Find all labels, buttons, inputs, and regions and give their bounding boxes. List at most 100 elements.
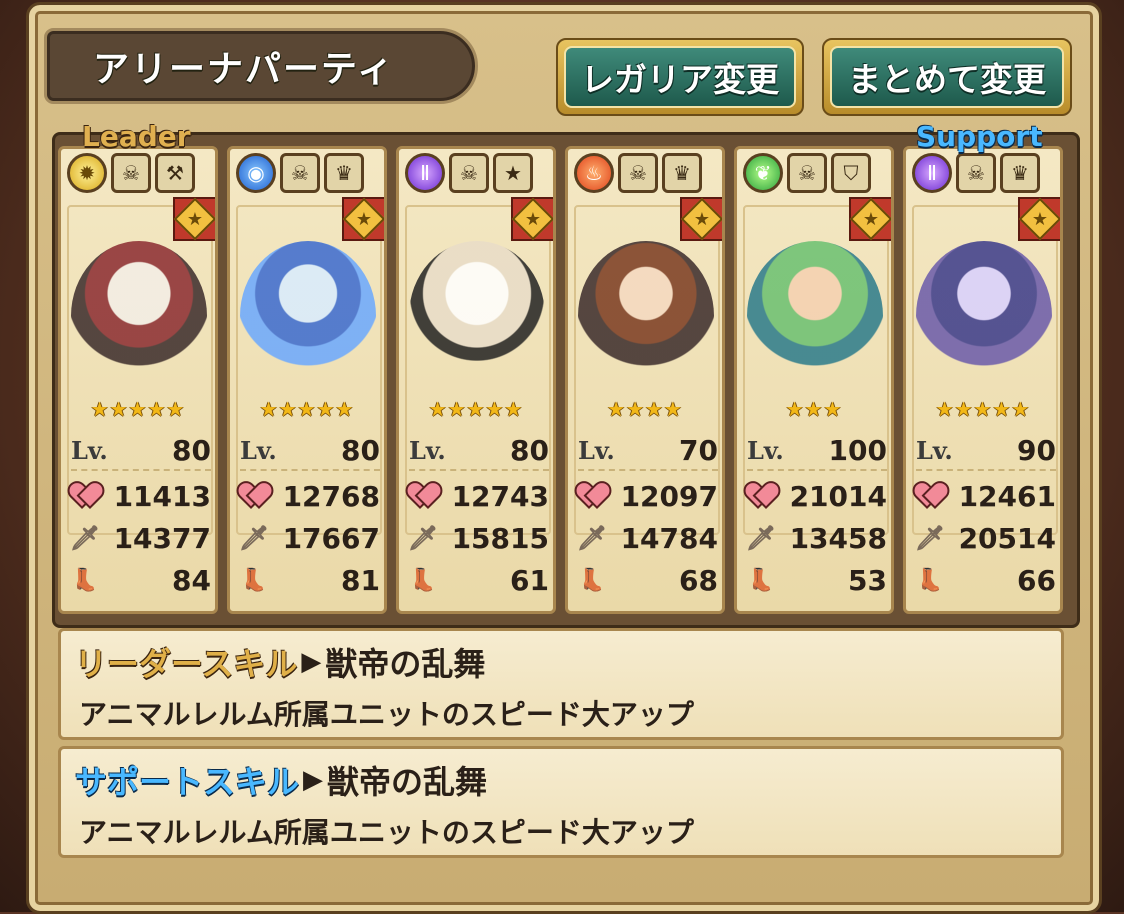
level-value: 100 bbox=[828, 433, 887, 467]
atk-value: 15815 bbox=[451, 521, 549, 555]
crown-icon: ♛ bbox=[324, 153, 364, 193]
skull-icon: ☠ bbox=[618, 153, 658, 193]
unit-card-6[interactable]: Ⅱ ☠ ♛ ★★★★★ Lv. 90 12461 🗡 20514 👢 66 bbox=[903, 146, 1063, 614]
speed-row: 👢 68 bbox=[578, 561, 718, 599]
boot-icon: 👢 bbox=[71, 567, 99, 593]
skull-icon: ☠ bbox=[787, 153, 827, 193]
atk-value: 14377 bbox=[113, 521, 211, 555]
unit-portrait bbox=[578, 241, 714, 391]
support-skill-name: 獣帝の乱舞 bbox=[327, 763, 488, 801]
bulk-change-label: まとめて変更 bbox=[830, 46, 1064, 108]
leader-skill-desc: アニマルレルム所属ユニットのスピード大アップ bbox=[79, 698, 694, 731]
level-row: Lv. 80 bbox=[71, 431, 211, 471]
rank-badge-icon bbox=[511, 197, 553, 241]
heart-icon bbox=[409, 483, 437, 509]
rank-badge-icon bbox=[680, 197, 722, 241]
bulk-change-button[interactable]: まとめて変更 bbox=[822, 38, 1072, 116]
sword-icon: 🗡 bbox=[914, 524, 946, 552]
lv-label: Lv. bbox=[747, 435, 784, 465]
arrow-icon: ▶ bbox=[303, 765, 324, 795]
rarity-stars: ★★★★★ bbox=[90, 397, 186, 421]
rarity-stars: ★★★★★ bbox=[428, 397, 524, 421]
lv-label: Lv. bbox=[409, 435, 446, 465]
speed-row: 👢 81 bbox=[240, 561, 380, 599]
atk-value: 14784 bbox=[620, 521, 718, 555]
boot-icon: 👢 bbox=[916, 567, 944, 593]
speed-row: 👢 53 bbox=[747, 561, 887, 599]
speed-value: 81 bbox=[341, 563, 380, 597]
boot-icon: 👢 bbox=[747, 567, 775, 593]
speed-row: 👢 66 bbox=[916, 561, 1056, 599]
rarity-stars: ★★★★★ bbox=[259, 397, 355, 421]
support-skill-desc: アニマルレルム所属ユニットのスピード大アップ bbox=[79, 816, 694, 849]
hp-row: 12743 bbox=[409, 477, 549, 515]
skull-icon: ☠ bbox=[956, 153, 996, 193]
wrench-icon: ⚒ bbox=[155, 153, 195, 193]
heart-icon bbox=[240, 483, 268, 509]
leaf-icon: ❦ bbox=[743, 153, 783, 193]
dark-icon: Ⅱ bbox=[912, 153, 952, 193]
unit-portrait bbox=[916, 241, 1052, 391]
speed-value: 84 bbox=[172, 563, 211, 597]
heart-icon bbox=[747, 483, 775, 509]
atk-value: 13458 bbox=[789, 521, 887, 555]
atk-value: 17667 bbox=[282, 521, 380, 555]
speed-row: 👢 84 bbox=[71, 561, 211, 599]
unit-portrait bbox=[747, 241, 883, 391]
atk-row: 🗡 17667 bbox=[239, 519, 380, 557]
title-plate: アリーナパーティ bbox=[44, 28, 478, 104]
skull-icon: ☠ bbox=[449, 153, 489, 193]
crown-icon: ♛ bbox=[1000, 153, 1040, 193]
rank-badge-icon bbox=[1018, 197, 1060, 241]
speed-value: 61 bbox=[510, 563, 549, 597]
level-value: 70 bbox=[679, 433, 718, 467]
lv-label: Lv. bbox=[578, 435, 615, 465]
lv-label: Lv. bbox=[240, 435, 277, 465]
unit-card-3[interactable]: Ⅱ ☠ ★ ★★★★★ Lv. 80 12743 🗡 15815 👢 61 bbox=[396, 146, 556, 614]
support-skill-tag: サポートスキル bbox=[75, 763, 300, 801]
speed-value: 53 bbox=[848, 563, 887, 597]
rank-badge-icon bbox=[173, 197, 215, 241]
heart-icon bbox=[71, 483, 99, 509]
hp-row: 21014 bbox=[747, 477, 887, 515]
unit-card-5[interactable]: ❦ ☠ ⛉ ★★★ Lv. 100 21014 🗡 13458 👢 53 bbox=[734, 146, 894, 614]
skull-icon: ☠ bbox=[111, 153, 151, 193]
atk-row: 🗡 14377 bbox=[69, 519, 211, 557]
shield-icon: ⛉ bbox=[831, 153, 871, 193]
gear-icon: ✹ bbox=[67, 153, 107, 193]
star-icon: ★ bbox=[493, 153, 533, 193]
heart-icon bbox=[916, 483, 944, 509]
hp-row: 11413 bbox=[71, 477, 211, 515]
level-row: Lv. 80 bbox=[409, 431, 549, 471]
hp-value: 21014 bbox=[789, 479, 887, 513]
page-title: アリーナパーティ bbox=[93, 49, 395, 90]
heart-icon bbox=[578, 483, 606, 509]
atk-row: 🗡 15815 bbox=[407, 519, 549, 557]
water-icon: ◉ bbox=[236, 153, 276, 193]
speed-row: 👢 61 bbox=[409, 561, 549, 599]
regalia-change-button[interactable]: レガリア変更 bbox=[556, 38, 804, 116]
leader-label: Leader bbox=[82, 120, 191, 153]
unit-card-4[interactable]: ♨ ☠ ♛ ★★★★ Lv. 70 12097 🗡 14784 👢 68 bbox=[565, 146, 725, 614]
crown-icon: ♛ bbox=[662, 153, 702, 193]
level-row: Lv. 80 bbox=[240, 431, 380, 471]
sword-icon: 🗡 bbox=[576, 524, 608, 552]
sword-icon: 🗡 bbox=[407, 524, 439, 552]
hp-value: 11413 bbox=[113, 479, 211, 513]
sword-icon: 🗡 bbox=[69, 524, 101, 552]
rarity-stars: ★★★★★ bbox=[935, 397, 1031, 421]
boot-icon: 👢 bbox=[409, 567, 437, 593]
unit-card-1[interactable]: ✹ ☠ ⚒ ★★★★★ Lv. 80 11413 🗡 14377 👢 84 bbox=[58, 146, 218, 614]
rarity-stars: ★★★ bbox=[785, 397, 843, 421]
level-row: Lv. 90 bbox=[916, 431, 1056, 471]
leader-skill-name: 獣帝の乱舞 bbox=[325, 645, 486, 683]
unit-portrait bbox=[71, 241, 207, 391]
boot-icon: 👢 bbox=[578, 567, 606, 593]
boot-icon: 👢 bbox=[240, 567, 268, 593]
arrow-icon: ▶ bbox=[301, 647, 322, 677]
level-value: 80 bbox=[510, 433, 549, 467]
unit-card-2[interactable]: ◉ ☠ ♛ ★★★★★ Lv. 80 12768 🗡 17667 👢 81 bbox=[227, 146, 387, 614]
atk-row: 🗡 13458 bbox=[746, 519, 887, 557]
leader-skill-tag: リーダースキル bbox=[75, 645, 298, 683]
hp-value: 12097 bbox=[620, 479, 718, 513]
